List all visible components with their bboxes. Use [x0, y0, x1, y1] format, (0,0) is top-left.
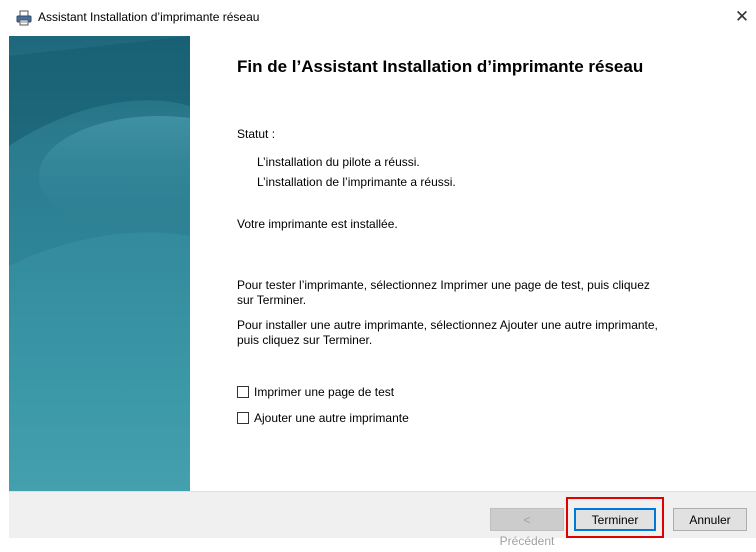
add-another-printer-checkbox[interactable]: Ajouter une autre imprimante	[237, 410, 409, 426]
checkbox-label[interactable]: Ajouter une autre imprimante	[254, 411, 409, 425]
page-title: Fin de l’Assistant Installation d’imprim…	[237, 57, 644, 76]
checkbox-label[interactable]: Imprimer une page de test	[254, 385, 394, 399]
cancel-button[interactable]: Annuler	[673, 508, 747, 531]
printer-icon	[16, 10, 32, 26]
print-test-page-checkbox[interactable]: Imprimer une page de test	[237, 384, 394, 400]
title-bar: Assistant Installation d’imprimante rése…	[0, 0, 756, 36]
wizard-page: Fin de l’Assistant Installation d’imprim…	[9, 36, 756, 491]
checkbox-box[interactable]	[237, 386, 249, 398]
checkbox-box[interactable]	[237, 412, 249, 424]
test-page-instruction: Pour tester l’imprimante, sélectionnez I…	[237, 278, 650, 307]
wizard-banner-image	[9, 36, 190, 491]
status-line: L’installation de l’imprimante a réussi.	[257, 175, 456, 189]
status-label: Statut :	[237, 127, 276, 141]
back-button[interactable]: < Précédent	[490, 508, 564, 548]
close-button[interactable]: ✕	[728, 2, 756, 32]
status-line: L’installation du pilote a réussi.	[257, 155, 420, 169]
close-icon: ✕	[734, 7, 750, 26]
window-title: Assistant Installation d’imprimante rése…	[38, 10, 260, 24]
finish-button[interactable]: Terminer	[574, 508, 656, 531]
add-printer-instruction: Pour installer une autre imprimante, sél…	[237, 318, 658, 347]
installed-message: Votre imprimante est installée.	[237, 217, 398, 231]
